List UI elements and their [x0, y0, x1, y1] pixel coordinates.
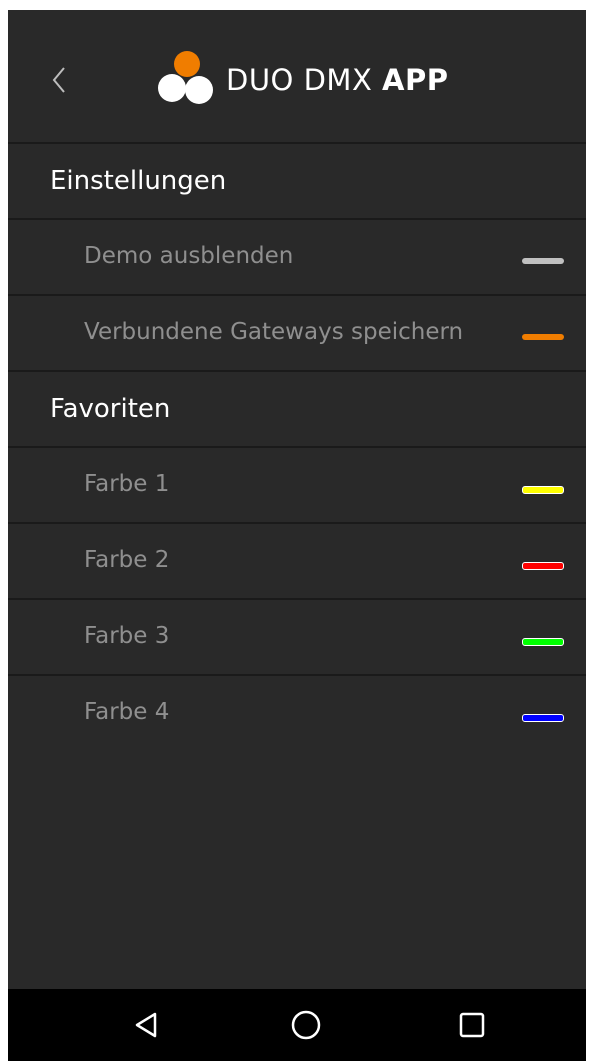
color-swatch: [522, 638, 564, 646]
list-item-label: Farbe 4: [84, 699, 170, 725]
list-item-demo-ausblenden[interactable]: Demo ausblenden: [8, 220, 586, 294]
list-item-label: Farbe 2: [84, 547, 170, 573]
app-header: DUO DMX APP: [8, 10, 586, 143]
nav-recents-button[interactable]: [450, 1005, 494, 1045]
color-swatch: [522, 562, 564, 570]
system-navigation-bar: [8, 989, 586, 1061]
nav-home-button[interactable]: [284, 1005, 328, 1045]
duo-dmx-logo-icon: [158, 51, 213, 104]
back-button[interactable]: [44, 60, 74, 100]
section-header-einstellungen: Einstellungen: [8, 144, 586, 218]
list-item-label: Verbundene Gateways speichern: [84, 319, 464, 345]
section-label: Favoriten: [50, 394, 171, 424]
chevron-left-icon: [52, 67, 65, 93]
list-item-label: Farbe 1: [84, 471, 170, 497]
list-item-farbe-2[interactable]: Farbe 2: [8, 524, 586, 598]
list-item-farbe-1[interactable]: Farbe 1: [8, 448, 586, 522]
list-item-label: Demo ausblenden: [84, 243, 294, 269]
app-title: DUO DMX APP: [226, 60, 449, 100]
app-title-regular: DUO DMX: [226, 63, 383, 97]
toggle-indicator: [522, 258, 564, 264]
list-item-gateways-speichern[interactable]: Verbundene Gateways speichern: [8, 296, 586, 370]
list-item-farbe-4[interactable]: Farbe 4: [8, 676, 586, 750]
app-title-bold: APP: [382, 63, 449, 97]
color-swatch: [522, 714, 564, 722]
toggle-indicator: [522, 334, 564, 340]
section-header-favoriten: Favoriten: [8, 372, 586, 446]
app-screen: DUO DMX APP Einstellungen Demo ausblende…: [8, 10, 586, 1061]
list-item-label: Farbe 3: [84, 623, 170, 649]
list-item-farbe-3[interactable]: Farbe 3: [8, 600, 586, 674]
color-swatch: [522, 486, 564, 494]
triangle-back-icon: [135, 1012, 157, 1038]
square-recents-icon: [459, 1012, 485, 1038]
section-label: Einstellungen: [50, 166, 227, 196]
nav-back-button[interactable]: [124, 1005, 168, 1045]
circle-home-icon: [291, 1010, 321, 1040]
